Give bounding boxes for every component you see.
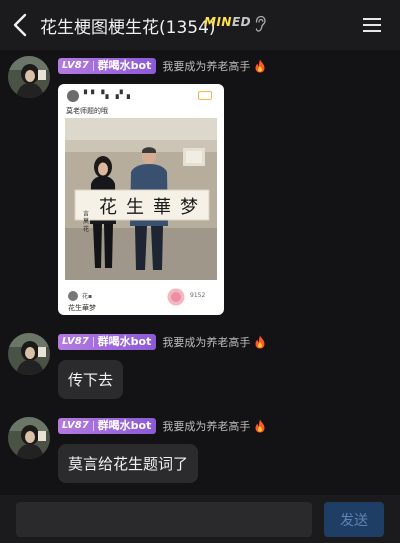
sender-title: 我要成为养老高手 [162,60,251,73]
level-badge: LV87 群喝水bot [58,58,157,74]
sender-name[interactable]: 群喝水bot [98,419,152,433]
menu-icon[interactable] [363,17,381,33]
level-text: LV87 [62,336,89,347]
avatar[interactable] [8,417,50,459]
sender-title: 我要成为养老高手 [162,336,251,349]
post-author-avatar [68,291,78,301]
send-button[interactable]: 发送 [324,502,384,537]
sender-name[interactable]: 群喝水bot [98,335,152,349]
ear-icon[interactable] [254,15,266,33]
avatar-image [8,417,50,459]
post-like-count: 9152 [190,292,206,299]
fire-icon [255,335,265,349]
shared-post-image[interactable]: ▘▘▝▖▗▘▖ 莫老师题的哦 言 莫 花 花生華梦 花▪ 花生華梦 9152 [58,84,224,315]
calligraphy-photo: 言 莫 花 花生華梦 [65,118,217,280]
post-author-name: 花▪ [82,293,93,300]
avatar[interactable] [8,56,50,98]
mined-badge-suffix: ED [231,15,252,29]
sender-row: LV87 群喝水bot 我要成为养老高手 [58,334,266,350]
post-tag-icon [198,91,212,100]
fire-icon [255,419,265,433]
post-user-name: ▘▘▝▖▗▘▖ [84,90,135,99]
level-text: LV87 [62,60,89,71]
mined-badge-main: MIN [204,15,232,29]
like-sticker-icon [167,288,185,306]
post-caption: 莫老师题的哦 [66,107,108,115]
sender-name[interactable]: 群喝水bot [98,59,152,73]
message-input[interactable] [16,502,312,537]
mined-badge: MINED [204,15,251,29]
chat-title: 花生梗图梗生花(1354) [40,18,216,38]
calligraphy-left: 言 莫 花 [82,209,89,233]
sender-row: LV87 群喝水bot 我要成为养老高手 [58,58,266,74]
post-author-caption: 花生華梦 [68,304,96,312]
avatar-image [8,56,50,98]
level-badge: LV87 群喝水bot [58,418,157,434]
calligraphy-main: 花生華梦 [99,197,207,218]
level-text: LV87 [62,420,89,431]
avatar[interactable] [8,333,50,375]
sender-title: 我要成为养老高手 [162,420,251,433]
post-user-avatar [67,90,79,102]
fire-icon [255,59,265,73]
message-bubble[interactable]: 传下去 [58,360,124,399]
message-bubble[interactable]: 莫言给花生题词了 [58,444,199,483]
avatar-image [8,333,50,375]
level-badge: LV87 群喝水bot [58,334,157,350]
back-arrow-icon[interactable] [10,12,32,38]
sender-row: LV87 群喝水bot 我要成为养老高手 [58,418,266,434]
